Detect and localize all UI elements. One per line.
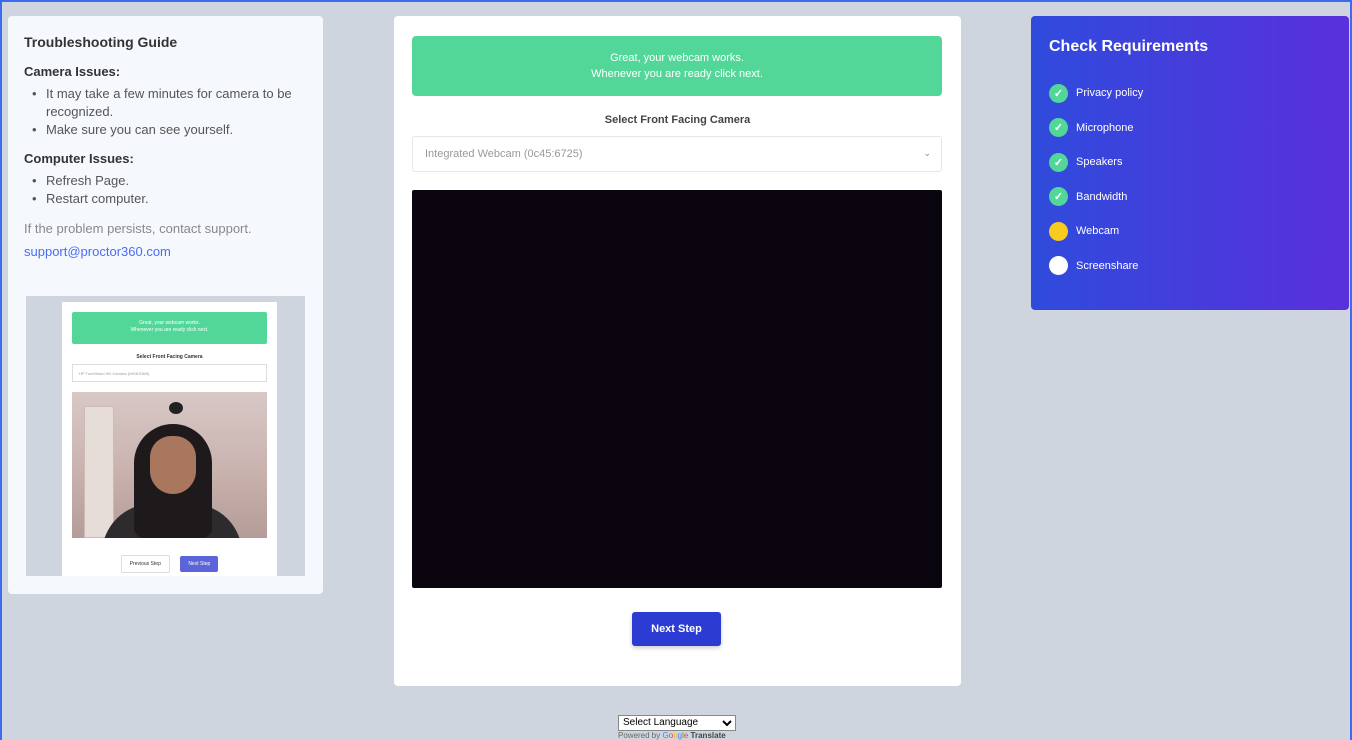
example-banner: Great, your webcam works. Whenever you a…: [72, 312, 267, 344]
pending-dot-icon: [1049, 256, 1068, 276]
chevron-down-icon: ⌄: [923, 148, 931, 158]
troubleshooting-panel: Troubleshooting Guide Camera Issues: It …: [8, 16, 323, 594]
example-person-face: [150, 436, 196, 494]
requirement-privacy-policy: ✓ Privacy policy: [1049, 76, 1331, 111]
example-camera-device: [169, 402, 183, 414]
powered-by-google-translate: Powered by Google Translate: [618, 731, 726, 740]
list-item: Refresh Page.: [32, 172, 307, 190]
requirement-label: Screenshare: [1076, 259, 1139, 272]
camera-select-value: Integrated Webcam (0c45:6725): [425, 148, 583, 160]
translate-word: Translate: [690, 731, 726, 740]
example-door: [84, 406, 114, 538]
requirement-speakers: ✓ Speakers: [1049, 145, 1331, 180]
success-banner: Great, your webcam works. Whenever you a…: [412, 36, 942, 96]
in-progress-dot-icon: [1049, 221, 1068, 241]
requirement-label: Privacy policy: [1076, 87, 1144, 100]
example-next-button: Next Step: [180, 556, 219, 572]
language-select[interactable]: Select Language: [618, 714, 736, 731]
example-camera-label: Select Front Facing Camera: [136, 354, 203, 360]
requirements-panel: Check Requirements ✓ Privacy policy ✓ Mi…: [1031, 16, 1349, 310]
requirement-webcam: Webcam: [1049, 214, 1331, 249]
support-email-link[interactable]: support@proctor360.com: [24, 244, 307, 259]
requirement-label: Speakers: [1076, 156, 1123, 169]
next-step-button[interactable]: Next Step: [632, 612, 721, 646]
example-camera-select: HP TrueVision HD Camera (0408:5365): [72, 364, 267, 382]
list-item: It may take a few minutes for camera to …: [32, 85, 307, 121]
requirement-label: Microphone: [1076, 121, 1134, 134]
check-icon: ✓: [1049, 187, 1068, 207]
camera-issues-list: It may take a few minutes for camera to …: [32, 85, 307, 139]
webcam-preview: [412, 190, 942, 588]
requirements-title: Check Requirements: [1049, 38, 1209, 55]
computer-issues-heading: Computer Issues:: [24, 151, 134, 166]
google-logo: Google: [662, 731, 689, 740]
requirement-bandwidth: ✓ Bandwidth: [1049, 180, 1331, 215]
banner-line: Whenever you are ready click next.: [591, 68, 763, 80]
guide-example-image: Great, your webcam works. Whenever you a…: [26, 296, 305, 576]
example-banner-line: Great, your webcam works.: [139, 320, 200, 326]
requirement-screenshare: Screenshare: [1049, 249, 1331, 284]
check-icon: ✓: [1049, 83, 1068, 103]
requirement-label: Bandwidth: [1076, 190, 1128, 203]
example-banner-line: Whenever you are ready click next.: [130, 327, 209, 333]
contact-text: If the problem persists, contact support…: [24, 221, 252, 236]
requirement-microphone: ✓ Microphone: [1049, 111, 1331, 146]
list-item: Restart computer.: [32, 190, 307, 208]
camera-select[interactable]: Integrated Webcam (0c45:6725) ⌄: [412, 136, 942, 172]
webcam-check-card: Great, your webcam works. Whenever you a…: [394, 16, 961, 686]
example-previous-button: Previous Step: [120, 555, 170, 573]
guide-title: Troubleshooting Guide: [24, 34, 178, 50]
example-card: Great, your webcam works. Whenever you a…: [62, 302, 277, 576]
language-selector[interactable]: Select Language: [618, 712, 736, 731]
computer-issues-list: Refresh Page. Restart computer.: [32, 172, 307, 208]
check-icon: ✓: [1049, 152, 1068, 172]
example-webcam-feed: [72, 392, 267, 538]
camera-issues-heading: Camera Issues:: [24, 64, 121, 79]
requirement-label: Webcam: [1076, 225, 1120, 238]
powered-by-text: Powered by: [618, 731, 661, 740]
check-icon: ✓: [1049, 118, 1068, 138]
example-buttons: Previous Step Next Step: [62, 552, 277, 573]
camera-select-label: Select Front Facing Camera: [604, 114, 751, 126]
list-item: Make sure you can see yourself.: [32, 121, 307, 139]
banner-line: Great, your webcam works.: [610, 52, 744, 64]
